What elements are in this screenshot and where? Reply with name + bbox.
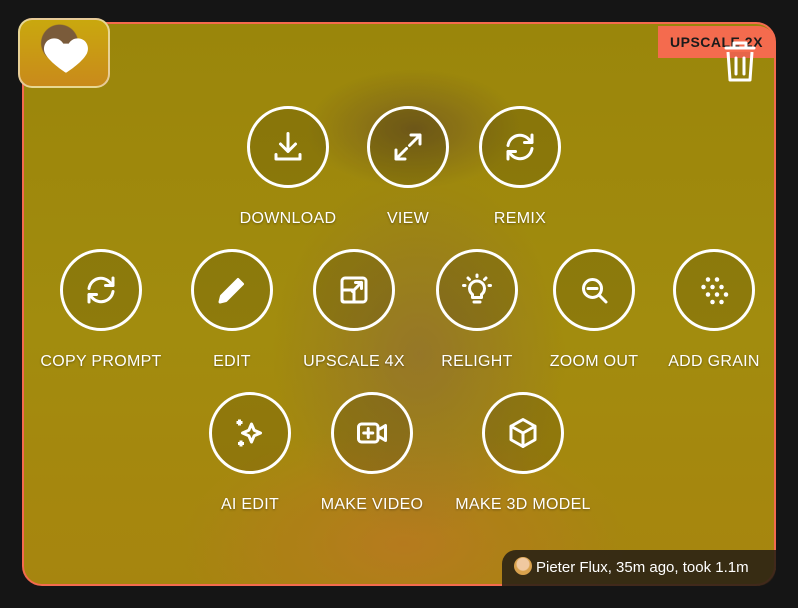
edit-circle[interactable] [191, 249, 273, 331]
download-icon [274, 132, 302, 161]
make-3d-model-circle[interactable] [482, 392, 564, 474]
video-plus-icon [357, 422, 387, 444]
download-circle[interactable] [247, 106, 329, 188]
upscale-4x-circle[interactable] [313, 249, 395, 331]
expand-icon [394, 133, 422, 161]
ai-edit-label: AI EDIT [220, 496, 280, 513]
relight-circle[interactable] [436, 249, 518, 331]
make-video-label: MAKE VIDEO [320, 496, 424, 513]
heart-icon[interactable] [41, 29, 91, 79]
refresh-icon [87, 276, 115, 304]
make-3d-model-button[interactable]: MAKE 3D MODEL [443, 392, 603, 532]
zoom-out-circle[interactable] [553, 249, 635, 331]
lightbulb-icon [462, 273, 492, 304]
generation-info: Pieter Flux, 35m ago, took 1.1m [502, 550, 776, 586]
copy-prompt-label: COPY PROMPT [40, 353, 162, 370]
view-label: VIEW [386, 210, 430, 227]
cube-icon [509, 418, 537, 448]
thumbnail-favorite[interactable] [18, 18, 110, 88]
zoom-out-icon [582, 278, 608, 304]
copy-prompt-circle[interactable] [60, 249, 142, 331]
make-video-circle[interactable] [331, 392, 413, 474]
sparkles-icon [236, 419, 262, 447]
download-label: DOWNLOAD [239, 210, 337, 227]
zoom-out-label: ZOOM OUT [549, 353, 639, 370]
add-grain-circle[interactable] [673, 249, 755, 331]
relight-label: RELIGHT [441, 353, 513, 370]
add-grain-button[interactable]: ADD GRAIN [634, 249, 794, 389]
add-grain-label: ADD GRAIN [668, 353, 760, 370]
upscale-icon [340, 276, 368, 304]
trash-icon[interactable] [720, 38, 760, 84]
generation-info-text: Pieter Flux, 35m ago, took 1.1m [536, 559, 749, 576]
grain-icon [701, 277, 729, 305]
refresh-icon [506, 133, 534, 161]
make-video-button[interactable]: MAKE VIDEO [292, 392, 452, 532]
upscale-4x-label: UPSCALE 4X [303, 353, 405, 370]
edit-label: EDIT [213, 353, 251, 370]
avatar [514, 557, 532, 576]
make-3d-model-label: MAKE 3D MODEL [455, 496, 591, 513]
view-circle[interactable] [367, 106, 449, 188]
remix-button[interactable]: REMIX [440, 106, 600, 246]
ai-edit-circle[interactable] [209, 392, 291, 474]
pencil-icon [218, 278, 244, 304]
remix-circle[interactable] [479, 106, 561, 188]
remix-label: REMIX [493, 210, 547, 227]
